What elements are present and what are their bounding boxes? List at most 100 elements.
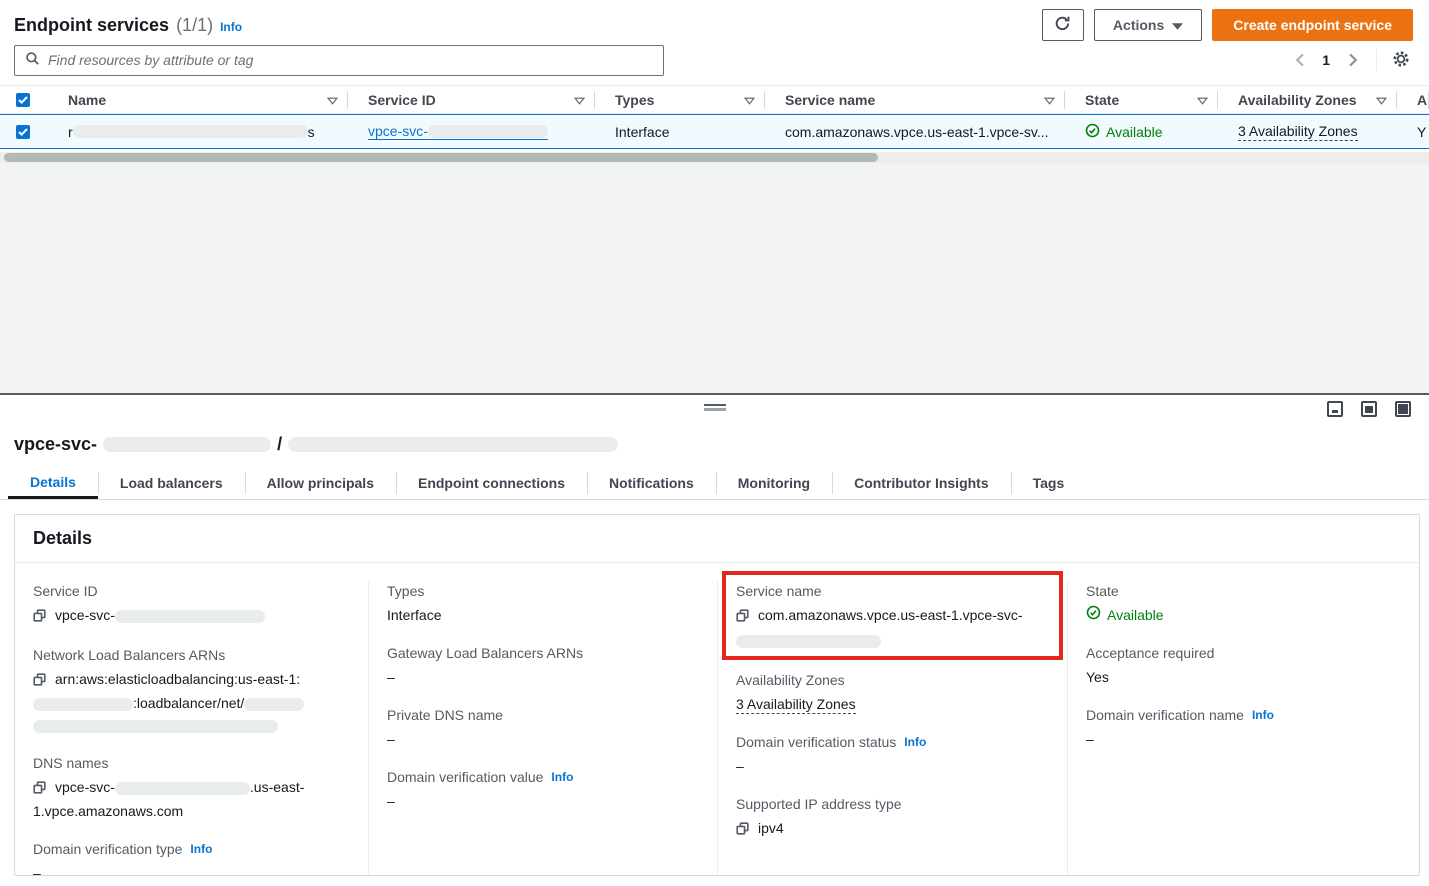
redacted-text xyxy=(103,437,271,452)
sort-icon[interactable] xyxy=(1376,92,1387,108)
details-card: Details Service ID vpce-svc- Network Loa… xyxy=(14,514,1420,876)
field-value: – xyxy=(387,669,395,685)
table-settings-button[interactable] xyxy=(1389,48,1413,72)
tab-notifications[interactable]: Notifications xyxy=(587,467,716,499)
state-text: Available xyxy=(1107,604,1164,626)
row-name-suffix: s xyxy=(308,124,315,140)
row-checkbox[interactable] xyxy=(16,125,30,139)
tab-endpoint-connections[interactable]: Endpoint connections xyxy=(396,467,587,499)
sort-icon[interactable] xyxy=(574,92,585,108)
tab-label: Contributor Insights xyxy=(854,475,989,491)
tab-load-balancers[interactable]: Load balancers xyxy=(98,467,245,499)
tab-contributor-insights[interactable]: Contributor Insights xyxy=(832,467,1011,499)
info-link[interactable]: Info xyxy=(904,732,926,752)
previous-page-button[interactable] xyxy=(1288,49,1310,71)
info-link[interactable]: Info xyxy=(551,767,573,787)
row-state-cell: Available xyxy=(1065,115,1218,148)
create-endpoint-service-button[interactable]: Create endpoint service xyxy=(1212,9,1413,41)
sort-icon[interactable] xyxy=(1044,92,1055,108)
column-label: Service ID xyxy=(368,92,436,108)
info-link[interactable]: Info xyxy=(220,20,242,34)
copy-icon[interactable] xyxy=(33,778,46,800)
copy-icon[interactable] xyxy=(736,819,749,841)
column-label: Service name xyxy=(785,92,875,108)
column-header-acceptance-cutoff[interactable]: A xyxy=(1397,86,1429,113)
row-service-name-value: com.amazonaws.vpce.us-east-1.vpce-sv... xyxy=(785,124,1049,140)
panel-tabs: Details Load balancers Allow principals … xyxy=(0,467,1429,500)
state-badge: Available xyxy=(1086,604,1164,626)
column-header-availability-zones[interactable]: Availability Zones xyxy=(1218,86,1397,113)
column-header-types[interactable]: Types xyxy=(595,86,765,113)
table-header-row: Name Service ID Types Service name State… xyxy=(0,85,1429,114)
row-checkbox-cell xyxy=(0,115,56,148)
caret-down-icon xyxy=(1172,17,1183,33)
column-header-service-name[interactable]: Service name xyxy=(765,86,1065,113)
redacted-text xyxy=(33,720,278,733)
copy-icon[interactable] xyxy=(33,606,46,628)
tab-details[interactable]: Details xyxy=(8,467,98,499)
row-name-cell: r s xyxy=(56,115,348,148)
field-value: vpce-svc- xyxy=(55,607,115,623)
info-link[interactable]: Info xyxy=(1252,705,1274,725)
field-label: Availability Zones xyxy=(736,670,845,690)
search-box[interactable] xyxy=(14,45,664,76)
panel-size-full-icon[interactable] xyxy=(1395,401,1411,417)
table-row[interactable]: r s vpce-svc- Interface com.amazonaws.vp… xyxy=(0,114,1429,149)
field-label: Domain verification status xyxy=(736,732,896,752)
row-types-cell: Interface xyxy=(595,115,765,148)
field-label: State xyxy=(1086,581,1119,601)
row-name-prefix: r xyxy=(68,124,73,140)
sort-icon[interactable] xyxy=(1197,92,1208,108)
column-label: State xyxy=(1085,92,1119,108)
redacted-text xyxy=(33,698,133,711)
field-value: – xyxy=(387,793,395,809)
panel-title: vpce-svc- / xyxy=(14,431,1429,457)
field-label: Network Load Balancers ARNs xyxy=(33,645,225,665)
tab-allow-principals[interactable]: Allow principals xyxy=(245,467,396,499)
tab-label: Notifications xyxy=(609,475,694,491)
search-icon xyxy=(25,51,40,69)
current-page-number[interactable]: 1 xyxy=(1322,52,1330,68)
page-title: Endpoint services xyxy=(14,15,169,36)
select-all-checkbox[interactable] xyxy=(16,93,30,107)
state-badge: Available xyxy=(1085,123,1163,141)
panel-drag-handle-icon[interactable] xyxy=(704,404,726,411)
field-service-id: Service ID vpce-svc- xyxy=(33,581,350,628)
next-page-button[interactable] xyxy=(1342,49,1364,71)
create-button-label: Create endpoint service xyxy=(1233,17,1392,33)
row-acceptance-value: Y xyxy=(1417,124,1426,140)
column-header-service-id[interactable]: Service ID xyxy=(348,86,595,113)
redacted-text xyxy=(736,635,881,648)
service-id-link[interactable]: vpce-svc- xyxy=(368,123,548,140)
sort-icon[interactable] xyxy=(327,92,338,108)
check-circle-icon xyxy=(1085,123,1100,141)
tab-label: Monitoring xyxy=(738,475,810,491)
panel-size-small-icon[interactable] xyxy=(1327,401,1343,417)
actions-button[interactable]: Actions xyxy=(1094,9,1202,41)
panel-size-half-icon[interactable] xyxy=(1361,401,1377,417)
horizontal-scrollbar-thumb[interactable] xyxy=(4,153,878,162)
sort-icon[interactable] xyxy=(744,92,755,108)
field-label: Supported IP address type xyxy=(736,794,902,814)
refresh-button[interactable] xyxy=(1042,9,1084,41)
redacted-text xyxy=(428,125,548,138)
copy-icon[interactable] xyxy=(33,670,46,692)
details-column-1: Service ID vpce-svc- Network Load Balanc… xyxy=(15,581,368,876)
pagination: 1 xyxy=(1288,48,1413,72)
column-header-state[interactable]: State xyxy=(1065,86,1218,113)
field-glb-arns: Gateway Load Balancers ARNs – xyxy=(387,643,699,688)
column-header-name[interactable]: Name xyxy=(56,86,348,113)
search-input[interactable] xyxy=(48,52,653,68)
split-panel-controls xyxy=(0,395,1429,425)
availability-zones-popover-trigger[interactable]: 3 Availability Zones xyxy=(736,696,856,714)
info-link[interactable]: Info xyxy=(190,839,212,859)
copy-icon[interactable] xyxy=(736,606,749,628)
horizontal-scrollbar[interactable] xyxy=(0,152,1429,163)
field-label: Domain verification value xyxy=(387,767,543,787)
state-text: Available xyxy=(1106,124,1163,140)
availability-zones-popover-trigger[interactable]: 3 Availability Zones xyxy=(1238,123,1358,141)
tab-monitoring[interactable]: Monitoring xyxy=(716,467,832,499)
field-label: Types xyxy=(387,581,424,601)
service-name-highlight-box: Service name com.amazonaws.vpce.us-east-… xyxy=(722,571,1063,660)
tab-tags[interactable]: Tags xyxy=(1011,467,1087,499)
